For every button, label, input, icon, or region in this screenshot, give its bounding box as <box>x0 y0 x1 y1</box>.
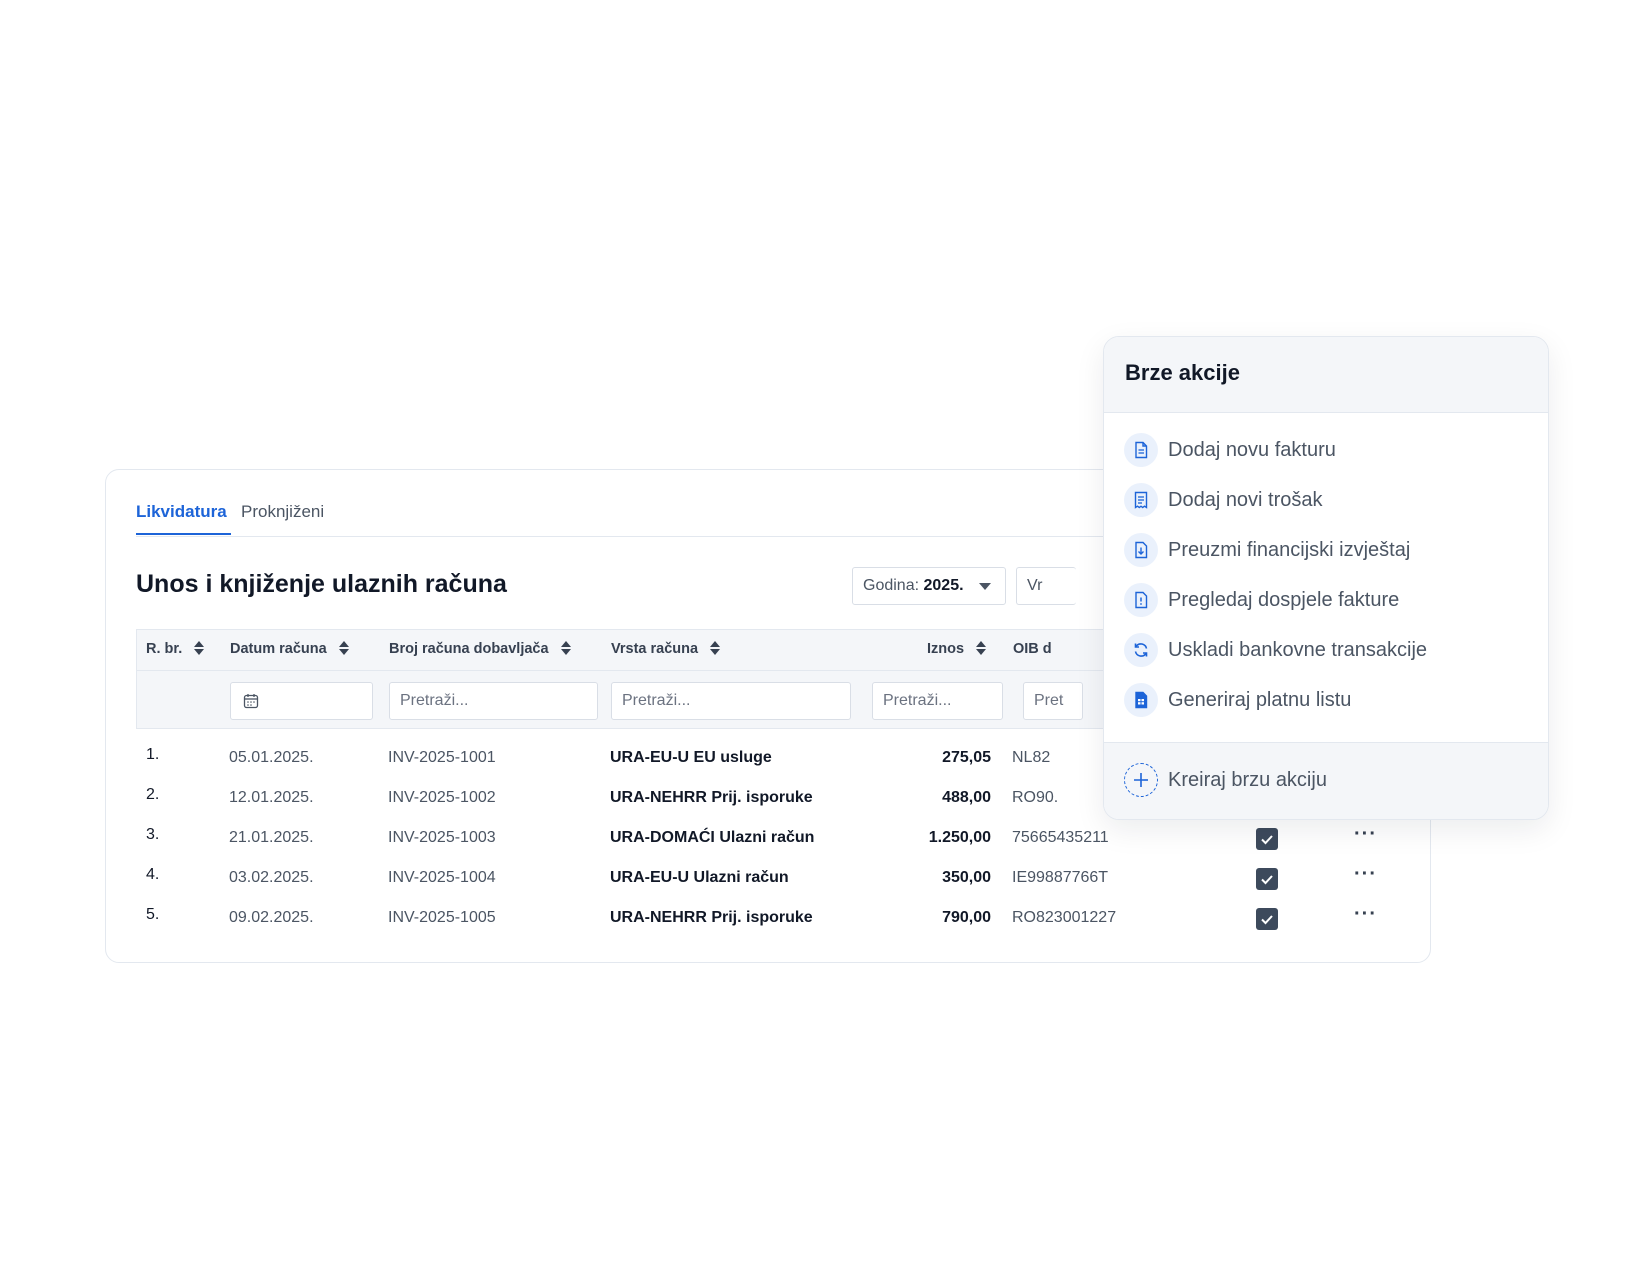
page-title: Unos i knjiženje ulaznih računa <box>136 570 507 598</box>
column-datum-label: Datum računa <box>230 641 327 657</box>
column-vrsta[interactable]: Vrsta računa <box>611 640 721 657</box>
create-quick-action-label: Kreiraj brzu akciju <box>1168 769 1327 791</box>
action-label: Uskladi bankovne transakcije <box>1168 639 1428 661</box>
row-number: 1. <box>146 746 160 763</box>
row-date: 03.02.2025. <box>229 869 314 886</box>
check-icon <box>1261 835 1273 845</box>
row-invoice-number: INV-2025-1002 <box>388 789 496 806</box>
more-options-icon[interactable]: ··· <box>1354 903 1377 926</box>
row-invoice-number: INV-2025-1005 <box>388 909 496 926</box>
sort-icon <box>976 640 987 656</box>
quick-actions-title: Brze akcije <box>1125 360 1240 385</box>
date-filter-input[interactable] <box>230 682 373 720</box>
action-generate-payroll[interactable]: Generiraj platnu listu <box>1124 681 1524 721</box>
download-document-icon <box>1124 533 1158 567</box>
iznos-search-input[interactable] <box>872 682 1003 720</box>
row-oib: IE99887766T <box>1012 869 1109 886</box>
table-row[interactable]: 3. 21.01.2025. INV-2025-1003 URA-DOMAĆI … <box>136 819 1376 859</box>
quick-actions-header: Brze akcije <box>1104 337 1548 413</box>
row-number: 2. <box>146 786 160 803</box>
table-row[interactable]: 4. 03.02.2025. INV-2025-1004 URA-EU-U Ul… <box>136 859 1376 899</box>
row-date: 05.01.2025. <box>229 749 314 766</box>
action-reconcile-transactions[interactable]: Uskladi bankovne transakcije <box>1124 631 1524 671</box>
column-oib[interactable]: OIB d <box>1013 641 1052 657</box>
row-oib: NL82 <box>1012 749 1051 766</box>
year-select-value: 2025. <box>923 577 964 594</box>
sort-icon <box>338 640 349 656</box>
row-invoice-number: INV-2025-1004 <box>388 869 496 886</box>
document-icon <box>1124 433 1158 467</box>
column-iznos-label: Iznos <box>927 641 965 657</box>
row-oib: 75665435211 <box>1012 829 1109 846</box>
row-oib: RO823001227 <box>1012 909 1117 926</box>
row-invoice-type: URA-EU-U Ulazni račun <box>610 869 789 886</box>
check-icon <box>1261 915 1273 925</box>
column-oib-label: OIB d <box>1013 641 1052 657</box>
tab-likvidatura[interactable]: Likvidatura <box>136 502 231 535</box>
quick-actions-panel: Brze akcije Dodaj novu fakturu Dodaj nov… <box>1103 336 1549 820</box>
action-label: Preuzmi financijski izvještaj <box>1168 539 1411 561</box>
row-amount: 350,00 <box>942 869 991 886</box>
row-checkbox[interactable] <box>1256 828 1278 850</box>
action-download-report[interactable]: Preuzmi financijski izvještaj <box>1124 531 1524 571</box>
column-iznos[interactable]: Iznos <box>927 640 987 657</box>
row-invoice-type: URA-NEHRR Prij. isporuke <box>610 909 813 926</box>
column-broj[interactable]: Broj računa dobavljača <box>389 641 571 657</box>
action-view-due-invoices[interactable]: Pregledaj dospjele fakture <box>1124 581 1524 621</box>
type-select[interactable]: Vr <box>1016 567 1076 605</box>
row-checkbox[interactable] <box>1256 908 1278 930</box>
sort-icon <box>560 640 571 656</box>
more-options-icon[interactable]: ··· <box>1354 823 1377 846</box>
chevron-down-icon <box>979 583 991 590</box>
row-date: 09.02.2025. <box>229 909 314 926</box>
row-invoice-type: URA-EU-U EU usluge <box>610 749 772 766</box>
create-quick-action-button[interactable]: Kreiraj brzu akciju <box>1124 762 1424 800</box>
row-number: 3. <box>146 826 160 843</box>
year-select-label: Godina: <box>863 577 920 594</box>
oib-search-input[interactable] <box>1023 682 1083 720</box>
tab-proknjizeni[interactable]: Proknjiženi <box>241 502 324 522</box>
column-broj-label: Broj računa dobavljača <box>389 641 549 657</box>
row-oib: RO90. <box>1012 789 1059 806</box>
type-select-label: Vr <box>1027 577 1043 594</box>
vrsta-search-input[interactable] <box>611 682 851 720</box>
sync-icon <box>1124 633 1158 667</box>
action-label: Dodaj novu fakturu <box>1168 439 1336 461</box>
column-vrsta-label: Vrsta računa <box>611 641 699 657</box>
action-label: Dodaj novi trošak <box>1168 489 1323 511</box>
row-date: 21.01.2025. <box>229 829 314 846</box>
row-invoice-number: INV-2025-1003 <box>388 829 496 846</box>
alert-document-icon <box>1124 583 1158 617</box>
year-select[interactable]: Godina: 2025. <box>852 567 1006 605</box>
sort-icon <box>194 640 205 656</box>
column-datum[interactable]: Datum računa <box>230 641 349 657</box>
quick-actions-footer: Kreiraj brzu akciju <box>1104 742 1548 819</box>
more-options-icon[interactable]: ··· <box>1354 863 1377 886</box>
column-rbr-label: R. br. <box>146 641 183 657</box>
sort-icon <box>710 640 721 656</box>
row-number: 4. <box>146 866 160 883</box>
row-amount: 275,05 <box>942 749 991 766</box>
action-label: Generiraj platnu listu <box>1168 689 1352 711</box>
row-date: 12.01.2025. <box>229 789 314 806</box>
action-label: Pregledaj dospjele fakture <box>1168 589 1400 611</box>
row-invoice-type: URA-NEHRR Prij. isporuke <box>610 789 813 806</box>
row-checkbox[interactable] <box>1256 868 1278 890</box>
table-row[interactable]: 5. 09.02.2025. INV-2025-1005 URA-NEHRR P… <box>136 899 1376 939</box>
row-amount: 1.250,00 <box>928 829 991 846</box>
spreadsheet-document-icon <box>1124 683 1158 717</box>
row-invoice-number: INV-2025-1001 <box>388 749 496 766</box>
action-add-expense[interactable]: Dodaj novi trošak <box>1124 481 1524 521</box>
action-add-invoice[interactable]: Dodaj novu fakturu <box>1124 431 1524 471</box>
row-amount: 488,00 <box>942 789 991 806</box>
plus-icon <box>1124 763 1158 797</box>
column-rbr[interactable]: R. br. <box>146 640 205 657</box>
calendar-icon <box>243 694 259 709</box>
receipt-icon <box>1124 483 1158 517</box>
row-amount: 790,00 <box>942 909 991 926</box>
row-number: 5. <box>146 906 160 923</box>
check-icon <box>1261 875 1273 885</box>
broj-search-input[interactable] <box>389 682 598 720</box>
row-invoice-type: URA-DOMAĆI Ulazni račun <box>610 829 815 846</box>
